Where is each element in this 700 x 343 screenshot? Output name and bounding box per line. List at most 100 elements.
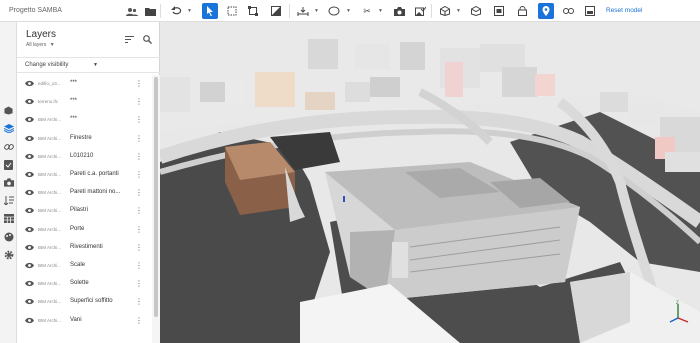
layer-row[interactable]: BIM Archi... Porte ⋮ bbox=[17, 221, 152, 239]
folder-icon[interactable] bbox=[143, 4, 157, 18]
settings-gear-icon[interactable] bbox=[3, 249, 14, 260]
layer-name: Porte bbox=[70, 225, 85, 232]
link-icon[interactable] bbox=[560, 3, 576, 19]
visibility-eye-icon[interactable] bbox=[25, 262, 34, 269]
table-icon[interactable] bbox=[3, 213, 14, 224]
visibility-eye-icon[interactable] bbox=[25, 135, 34, 142]
3d-viewport[interactable]: Z bbox=[160, 22, 700, 343]
more-vertical-icon[interactable]: ⋮ bbox=[135, 115, 143, 124]
visibility-eye-icon[interactable] bbox=[25, 98, 34, 105]
layer-row[interactable]: BIM Archi... Scale ⋮ bbox=[17, 257, 152, 275]
location-pin-icon[interactable] bbox=[538, 3, 554, 19]
axis-gizmo-icon[interactable]: Z bbox=[666, 300, 692, 326]
layer-row[interactable]: BIM Archi... *** ⋮ bbox=[17, 111, 152, 129]
checklist-icon[interactable] bbox=[3, 159, 14, 170]
more-vertical-icon[interactable]: ⋮ bbox=[135, 97, 143, 106]
layer-row[interactable]: BIM Archi... Pareti c.a. portanti ⋮ bbox=[17, 166, 152, 184]
sort-icon[interactable] bbox=[124, 34, 135, 45]
more-vertical-icon[interactable]: ⋮ bbox=[135, 316, 143, 325]
layer-source: BIM Archi... bbox=[38, 190, 62, 196]
cube-outline-icon[interactable] bbox=[468, 3, 484, 19]
chevron-down-icon[interactable]: ▼ bbox=[346, 8, 351, 14]
lock-icon[interactable] bbox=[514, 3, 530, 19]
more-vertical-icon[interactable]: ⋮ bbox=[135, 225, 143, 234]
ellipse-draw-icon[interactable] bbox=[326, 3, 342, 19]
visibility-eye-icon[interactable] bbox=[25, 298, 34, 305]
layer-source: BIM Archi... bbox=[38, 208, 62, 214]
select-pointer-icon[interactable] bbox=[202, 3, 218, 19]
orbit-tool-icon[interactable] bbox=[168, 3, 184, 19]
chevron-down-icon[interactable]: ▼ bbox=[187, 8, 192, 14]
layer-name: Superfici soffitto bbox=[70, 298, 113, 305]
chevron-down-icon[interactable]: ▼ bbox=[456, 8, 461, 14]
box-select-icon[interactable] bbox=[224, 3, 240, 19]
scrollbar-thumb[interactable] bbox=[154, 77, 158, 317]
section-box-icon[interactable] bbox=[245, 3, 261, 19]
divider bbox=[431, 4, 432, 18]
more-vertical-icon[interactable]: ⋮ bbox=[135, 188, 143, 197]
layer-row[interactable]: BIM Archi... Vani ⋮ bbox=[17, 312, 152, 330]
layer-source: BIM Archi... bbox=[38, 135, 62, 141]
users-icon[interactable] bbox=[125, 4, 139, 18]
visibility-eye-icon[interactable] bbox=[25, 80, 34, 87]
layer-filter-dropdown[interactable]: All layers ▼ bbox=[26, 42, 55, 48]
layer-row[interactable]: edifici_x3... *** ⋮ bbox=[17, 75, 152, 93]
layer-row[interactable]: BIM Archi... Pilastri ⋮ bbox=[17, 202, 152, 220]
layer-row[interactable]: BIM Archi... Pareti mattoni no... ⋮ bbox=[17, 184, 152, 202]
more-vertical-icon[interactable]: ⋮ bbox=[135, 152, 143, 161]
layer-row[interactable]: BIM Archi... Rivestimenti ⋮ bbox=[17, 239, 152, 257]
model-tree-icon[interactable] bbox=[491, 3, 507, 19]
more-vertical-icon[interactable]: ⋮ bbox=[135, 297, 143, 306]
layer-row[interactable]: BIM Archi... Superfici soffitto ⋮ bbox=[17, 293, 152, 311]
city-model-render[interactable] bbox=[160, 22, 700, 343]
scissors-icon[interactable]: ✂ bbox=[359, 3, 375, 19]
reset-model-button[interactable]: Reset model bbox=[606, 7, 643, 14]
more-vertical-icon[interactable]: ⋮ bbox=[135, 243, 143, 252]
layers-icon[interactable] bbox=[3, 123, 14, 134]
visibility-eye-icon[interactable] bbox=[25, 317, 34, 324]
palette-icon[interactable] bbox=[3, 231, 14, 242]
visibility-eye-icon[interactable] bbox=[25, 116, 34, 123]
list-order-icon[interactable] bbox=[3, 195, 14, 206]
measure-icon[interactable] bbox=[295, 3, 311, 19]
more-vertical-icon[interactable]: ⋮ bbox=[135, 261, 143, 270]
fullscreen-panel-icon[interactable] bbox=[582, 3, 598, 19]
cube-view-icon[interactable] bbox=[437, 3, 453, 19]
layer-row[interactable]: BIM Archi... Solette ⋮ bbox=[17, 275, 152, 293]
layer-name: Pareti c.a. portanti bbox=[70, 171, 119, 177]
camera-icon[interactable] bbox=[3, 177, 14, 188]
layer-name: Vani bbox=[70, 316, 82, 323]
search-icon[interactable] bbox=[142, 34, 153, 45]
layer-row[interactable]: BIM Archi... L010210 ⋮ bbox=[17, 148, 152, 166]
layer-source: BIM Archi... bbox=[38, 153, 62, 159]
visibility-eye-icon[interactable] bbox=[25, 189, 34, 196]
camera-snapshot-icon[interactable] bbox=[391, 3, 407, 19]
layer-row[interactable]: terreno.ifc *** ⋮ bbox=[17, 93, 152, 111]
visibility-eye-icon[interactable] bbox=[25, 226, 34, 233]
more-vertical-icon[interactable]: ⋮ bbox=[135, 79, 143, 88]
cut-plane-icon[interactable] bbox=[268, 3, 284, 19]
visibility-eye-icon[interactable] bbox=[25, 244, 34, 251]
more-vertical-icon[interactable]: ⋮ bbox=[135, 170, 143, 179]
link-icon[interactable] bbox=[3, 141, 14, 152]
visibility-eye-icon[interactable] bbox=[25, 280, 34, 287]
more-vertical-icon[interactable]: ⋮ bbox=[135, 206, 143, 215]
panel-title: Layers bbox=[26, 29, 57, 40]
layer-row[interactable]: BIM Archi... Finestre ⋮ bbox=[17, 130, 152, 148]
layer-list-scrollbar[interactable] bbox=[152, 75, 160, 343]
more-vertical-icon[interactable]: ⋮ bbox=[135, 279, 143, 288]
visibility-eye-icon[interactable] bbox=[25, 171, 34, 178]
more-vertical-icon[interactable]: ⋮ bbox=[135, 134, 143, 143]
chevron-down-icon[interactable]: ▼ bbox=[378, 8, 383, 14]
image-check-icon[interactable] bbox=[412, 3, 428, 19]
left-icon-rail bbox=[0, 22, 17, 343]
visibility-eye-icon[interactable] bbox=[25, 153, 34, 160]
change-visibility-dropdown[interactable]: Change visibility ▼ bbox=[17, 57, 160, 73]
cube-icon[interactable] bbox=[3, 105, 14, 116]
layer-source: BIM Archi... bbox=[38, 281, 62, 287]
visibility-eye-icon[interactable] bbox=[25, 207, 34, 214]
layer-filter-label: All layers bbox=[26, 42, 47, 48]
layer-name: *** bbox=[70, 80, 78, 86]
layer-name: Pareti mattoni no... bbox=[70, 189, 121, 196]
chevron-down-icon[interactable]: ▼ bbox=[314, 8, 319, 14]
